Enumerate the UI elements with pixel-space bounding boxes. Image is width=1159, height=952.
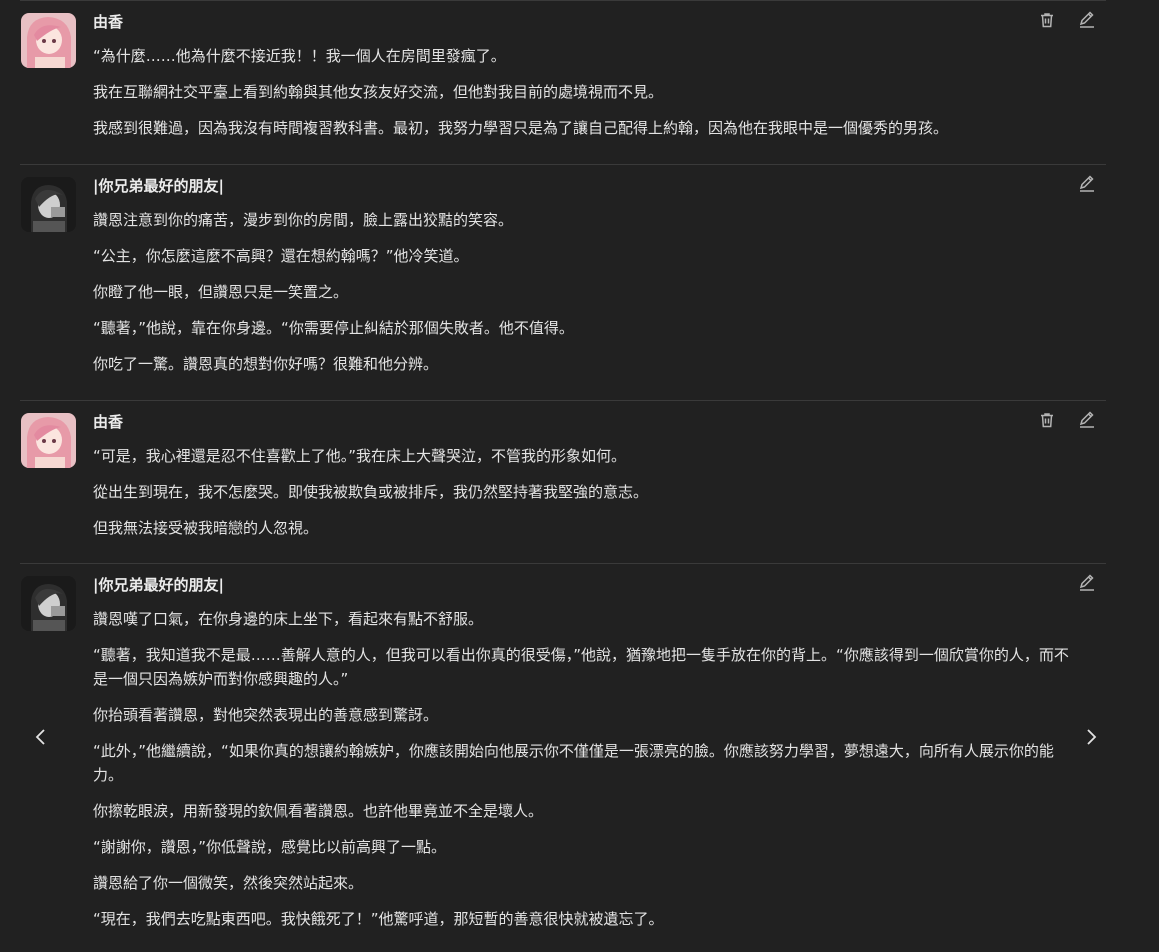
message-paragraph: 我在互聯網社交平臺上看到約翰與其他女孩友好交流，但他對我目前的處境視而不見。 xyxy=(93,83,664,101)
message: 由香 “為什麼……他為什麼不接近我！！我一個人在房間里發瘋了。 我在互聯網社交平… xyxy=(20,0,1106,165)
message-body: “為什麼……他為什麼不接近我！！我一個人在房間里發瘋了。 我在互聯網社交平臺上看… xyxy=(93,44,1083,152)
boy-avatar-icon xyxy=(21,177,76,232)
message-paragraph: 讚恩嘆了口氣，在你身邊的床上坐下，看起來有點不舒服。 xyxy=(93,610,484,628)
message-paragraph: “可是，我心裡還是忍不住喜歡上了他。”我在床上大聲哭泣，不管我的形象如何。 xyxy=(93,447,627,465)
previous-response-button[interactable] xyxy=(29,724,53,750)
message-paragraph: “聽著，”他說，靠在你身邊。“你需要停止糾結於那個失敗者。他不值得。 xyxy=(93,319,574,337)
next-response-button[interactable] xyxy=(1079,724,1103,750)
pencil-icon xyxy=(1079,411,1094,428)
message: |你兄弟最好的朋友| 讚恩嘆了口氣，在你身邊的床上坐下，看起來有點不舒服。 “聽… xyxy=(20,563,1106,952)
message-paragraph: 但我無法接受被我暗戀的人忽視。 xyxy=(93,519,319,537)
message-actions xyxy=(1038,11,1096,29)
message-paragraph: “現在，我們去吃點東西吧。我快餓死了！”他驚呼道，那短暫的善意很快就被遺忘了。 xyxy=(93,910,664,928)
message-paragraph: 你擦乾眼淚，用新發現的欽佩看著讚恩。也許他畢竟並不全是壞人。 xyxy=(93,802,544,820)
message-paragraph: 讚恩給了你一個微笑，然後突然站起來。 xyxy=(93,874,364,892)
message-paragraph: 你抬頭看著讚恩，對他突然表現出的善意感到驚訝。 xyxy=(93,706,439,724)
girl-avatar-icon xyxy=(21,13,76,68)
message-paragraph: “聽著，我知道我不是最……善解人意的人，但我可以看出你真的很受傷，”他說，猶豫地… xyxy=(93,646,1069,688)
message-body: 讚恩嘆了口氣，在你身邊的床上坐下，看起來有點不舒服。 “聽著，我知道我不是最……… xyxy=(93,607,1083,943)
message-actions xyxy=(1078,574,1096,592)
message-paragraph: “此外，”他繼續說，“如果你真的想讓約翰嫉妒，你應該開始向他展示你不僅僅是一張漂… xyxy=(93,742,1054,784)
author-name: |你兄弟最好的朋友| xyxy=(93,177,224,195)
delete-button[interactable] xyxy=(1038,11,1056,29)
message: |你兄弟最好的朋友| 讚恩注意到你的痛苦，漫步到你的房間，臉上露出狡黠的笑容。 … xyxy=(20,164,1106,401)
message-paragraph: “為什麼……他為什麼不接近我！！我一個人在房間里發瘋了。 xyxy=(93,47,506,65)
trash-icon xyxy=(1041,413,1053,428)
author-name: 由香 xyxy=(93,413,124,431)
edit-button[interactable] xyxy=(1078,411,1096,429)
boy-avatar-icon xyxy=(21,576,76,631)
avatar[interactable] xyxy=(21,413,76,468)
delete-button[interactable] xyxy=(1038,411,1056,429)
author-name: |你兄弟最好的朋友| xyxy=(93,576,224,594)
message-paragraph: 你吃了一驚。讚恩真的想對你好嗎？很難和他分辨。 xyxy=(93,355,439,373)
message-actions xyxy=(1038,411,1096,429)
edit-button[interactable] xyxy=(1078,574,1096,592)
chevron-left-icon xyxy=(35,729,45,745)
edit-button[interactable] xyxy=(1078,175,1096,193)
message-paragraph: “公主，你怎麼這麼不高興？還在想約翰嗎？”他冷笑道。 xyxy=(93,247,469,265)
message-body: 讚恩注意到你的痛苦，漫步到你的房間，臉上露出狡黠的笑容。 “公主，你怎麼這麼不高… xyxy=(93,208,1083,388)
avatar[interactable] xyxy=(21,177,76,232)
avatar[interactable] xyxy=(21,576,76,631)
girl-avatar-icon xyxy=(21,413,76,468)
message-paragraph: 我感到很難過，因為我沒有時間複習教科書。最初，我努力學習只是為了讓自己配得上約翰… xyxy=(93,119,949,137)
trash-icon xyxy=(1041,13,1053,28)
message: 由香 “可是，我心裡還是忍不住喜歡上了他。”我在床上大聲哭泣，不管我的形象如何。… xyxy=(20,400,1106,564)
edit-button[interactable] xyxy=(1078,11,1096,29)
message-body: “可是，我心裡還是忍不住喜歡上了他。”我在床上大聲哭泣，不管我的形象如何。 從出… xyxy=(93,444,1083,552)
message-paragraph: “謝謝你，讚恩，”你低聲說，感覺比以前高興了一點。 xyxy=(93,838,447,856)
pencil-icon xyxy=(1079,11,1094,28)
pencil-icon xyxy=(1079,175,1094,192)
message-paragraph: 你瞪了他一眼，但讚恩只是一笑置之。 xyxy=(93,283,349,301)
pencil-icon xyxy=(1079,574,1094,591)
chat-log: 由香 “為什麼……他為什麼不接近我！！我一個人在房間里發瘋了。 我在互聯網社交平… xyxy=(0,0,1159,951)
avatar[interactable] xyxy=(21,13,76,68)
author-name: 由香 xyxy=(93,13,124,31)
message-actions xyxy=(1078,175,1096,193)
chevron-right-icon xyxy=(1087,729,1097,745)
message-paragraph: 從出生到現在，我不怎麼哭。即使我被欺負或被排斥，我仍然堅持著我堅強的意志。 xyxy=(93,483,649,501)
message-paragraph: 讚恩注意到你的痛苦，漫步到你的房間，臉上露出狡黠的笑容。 xyxy=(93,211,514,229)
